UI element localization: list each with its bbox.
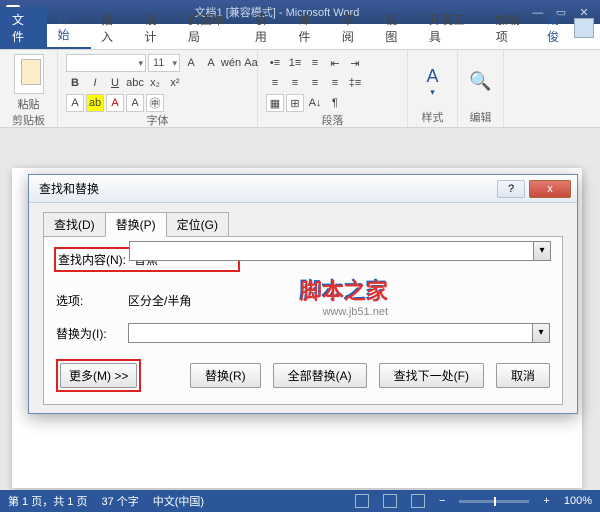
highlight-button[interactable]: ab: [86, 94, 104, 112]
font-size-select[interactable]: 11: [148, 54, 180, 72]
justify-button[interactable]: ≡: [326, 74, 344, 92]
find-replace-dialog: 查找和替换 ? x 查找(D) 替换(P) 定位(G) 查找内容(N): 香蕉 …: [28, 174, 578, 414]
font-family-select[interactable]: [66, 54, 146, 72]
tab-addins[interactable]: 加载项: [486, 7, 541, 49]
cancel-button[interactable]: 取消: [496, 363, 550, 388]
decrease-indent-button[interactable]: ⇤: [326, 54, 344, 72]
character-shading-button[interactable]: A: [126, 94, 144, 112]
options-label: 选项:: [56, 292, 128, 309]
bold-button[interactable]: B: [66, 74, 84, 92]
shrink-font-icon[interactable]: A: [202, 54, 220, 72]
tab-goto[interactable]: 定位(G): [166, 212, 229, 237]
print-layout-view-icon[interactable]: [355, 494, 369, 508]
options-value: 区分全/半角: [128, 292, 191, 309]
find-button[interactable]: 🔍: [466, 62, 495, 102]
group-editing: 编辑: [466, 109, 495, 125]
tab-references[interactable]: 引用: [245, 7, 288, 49]
group-clipboard: 剪贴板: [8, 112, 49, 128]
replace-input[interactable]: [128, 323, 550, 343]
tab-developer[interactable]: 开发工具: [419, 7, 486, 49]
italic-button[interactable]: I: [86, 74, 104, 92]
more-button[interactable]: 更多(M) >>: [60, 363, 137, 388]
status-words[interactable]: 37 个字: [101, 493, 138, 509]
grow-font-icon[interactable]: A: [182, 54, 200, 72]
multilevel-button[interactable]: ≡: [306, 54, 324, 72]
status-page[interactable]: 第 1 页，共 1 页: [8, 493, 87, 509]
bullets-button[interactable]: •≡: [266, 54, 284, 72]
zoom-out-button[interactable]: −: [439, 495, 445, 507]
align-right-button[interactable]: ≡: [306, 74, 324, 92]
strikethrough-button[interactable]: abc: [126, 74, 144, 92]
avatar[interactable]: [574, 18, 594, 38]
paste-label: 粘贴: [18, 96, 40, 112]
sort-button[interactable]: A↓: [306, 94, 324, 112]
tab-mailings[interactable]: 邮件: [288, 7, 331, 49]
paste-button[interactable]: [14, 54, 44, 94]
group-paragraph: 段落: [266, 112, 399, 128]
replace-button[interactable]: 替换(R): [190, 363, 261, 388]
borders-button[interactable]: ⊞: [286, 94, 304, 112]
dialog-help-button[interactable]: ?: [497, 180, 525, 198]
zoom-slider[interactable]: [459, 500, 529, 503]
zoom-level[interactable]: 100%: [564, 495, 592, 507]
styles-button[interactable]: A▾: [417, 62, 449, 102]
web-layout-view-icon[interactable]: [411, 494, 425, 508]
tab-layout[interactable]: 页面布局: [178, 7, 245, 49]
text-effects-button[interactable]: A: [66, 94, 84, 112]
tab-home[interactable]: 开始: [47, 5, 90, 49]
status-language[interactable]: 中文(中国): [153, 493, 204, 509]
group-font: 字体: [66, 112, 249, 128]
zoom-in-button[interactable]: +: [543, 495, 549, 507]
group-styles: 样式: [416, 109, 449, 125]
align-center-button[interactable]: ≡: [286, 74, 304, 92]
tab-find[interactable]: 查找(D): [43, 212, 106, 237]
find-label: 查找内容(N):: [58, 251, 130, 268]
tab-view[interactable]: 视图: [375, 7, 418, 49]
align-left-button[interactable]: ≡: [266, 74, 284, 92]
replace-label: 替换为(I):: [56, 325, 128, 342]
tab-insert[interactable]: 插入: [91, 7, 134, 49]
shading-button[interactable]: ▦: [266, 94, 284, 112]
find-next-button[interactable]: 查找下一处(F): [379, 363, 484, 388]
replace-all-button[interactable]: 全部替换(A): [273, 363, 367, 388]
increase-indent-button[interactable]: ⇥: [346, 54, 364, 72]
line-spacing-button[interactable]: ‡≡: [346, 74, 364, 92]
underline-button[interactable]: U: [106, 74, 124, 92]
font-color-button[interactable]: A: [106, 94, 124, 112]
tab-replace[interactable]: 替换(P): [105, 212, 167, 237]
phonetic-guide-icon[interactable]: wén: [222, 54, 240, 72]
user-name[interactable]: 胡俊: [547, 11, 570, 45]
dialog-title: 查找和替换: [35, 180, 493, 197]
subscript-button[interactable]: x₂: [146, 74, 164, 92]
dialog-close-button[interactable]: x: [529, 180, 571, 198]
tab-file[interactable]: 文件: [0, 7, 47, 49]
tab-review[interactable]: 审阅: [332, 7, 375, 49]
read-mode-view-icon[interactable]: [383, 494, 397, 508]
enclose-char-button[interactable]: ㊥: [146, 94, 164, 112]
find-input[interactable]: [129, 241, 551, 261]
superscript-button[interactable]: x²: [166, 74, 184, 92]
tab-design[interactable]: 设计: [134, 7, 177, 49]
numbering-button[interactable]: 1≡: [286, 54, 304, 72]
show-marks-button[interactable]: ¶: [326, 94, 344, 112]
